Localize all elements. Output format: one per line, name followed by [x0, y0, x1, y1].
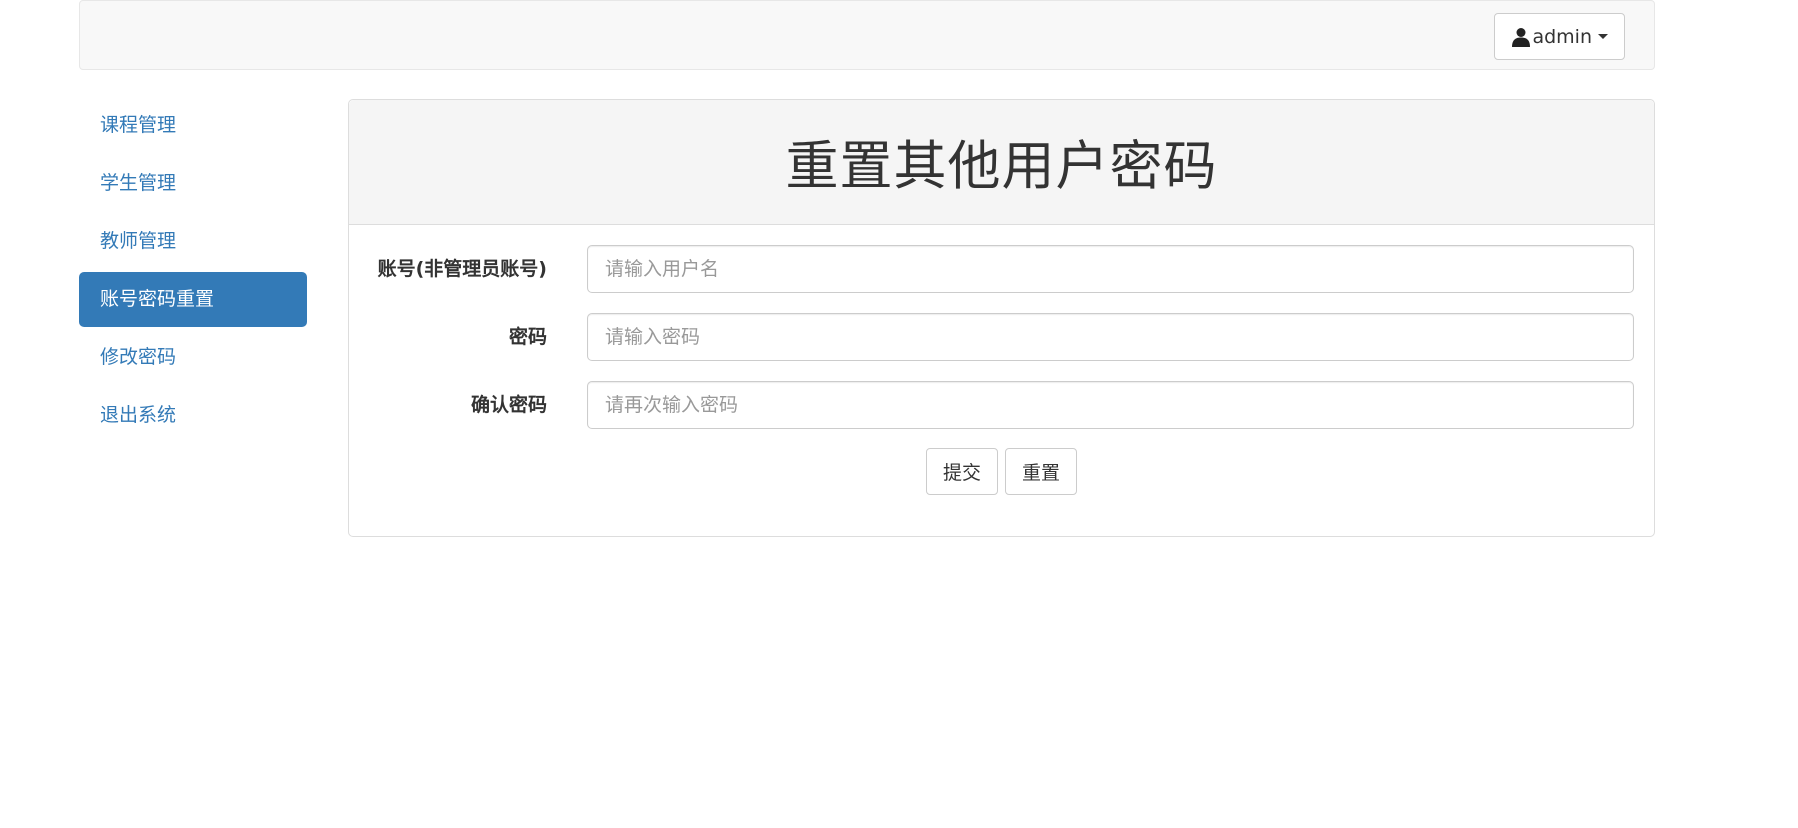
- reset-password-panel: 重置其他用户密码 账号(非管理员账号) 密码 确认密码 提交 重置: [348, 99, 1655, 537]
- top-navbar: admin: [79, 0, 1655, 70]
- password-label: 密码: [508, 326, 547, 348]
- reset-button[interactable]: 重置: [1005, 448, 1078, 495]
- confirm-password-input[interactable]: [587, 381, 1634, 429]
- submit-button[interactable]: 提交: [925, 448, 998, 495]
- username-input[interactable]: [587, 245, 1634, 293]
- page-title: 重置其他用户密码: [785, 136, 1218, 197]
- sidebar-item-course-management[interactable]: 课程管理: [79, 98, 307, 153]
- form-row-confirm-password: 确认密码: [349, 381, 1654, 429]
- sidebar-nav: 课程管理 学生管理 教师管理 账号密码重置 修改密码 退出系统: [79, 98, 307, 446]
- user-icon: [1511, 27, 1531, 47]
- form-row-password: 密码: [349, 313, 1654, 361]
- sidebar-item-change-password[interactable]: 修改密码: [79, 330, 307, 385]
- form-actions: 提交 重置: [349, 448, 1654, 495]
- user-menu-label: admin: [1532, 25, 1592, 48]
- caret-down-icon: [1598, 34, 1608, 39]
- form-row-username: 账号(非管理员账号): [349, 245, 1654, 293]
- sidebar-item-student-management[interactable]: 学生管理: [79, 156, 307, 211]
- sidebar-item-logout[interactable]: 退出系统: [79, 388, 307, 443]
- panel-heading: 重置其他用户密码: [349, 100, 1654, 225]
- password-input[interactable]: [587, 313, 1634, 361]
- username-label: 账号(非管理员账号): [377, 258, 547, 280]
- sidebar-item-teacher-management[interactable]: 教师管理: [79, 214, 307, 269]
- sidebar-item-account-password-reset[interactable]: 账号密码重置: [79, 272, 307, 327]
- user-menu-button[interactable]: admin: [1494, 13, 1625, 60]
- confirm-password-label: 确认密码: [470, 394, 547, 416]
